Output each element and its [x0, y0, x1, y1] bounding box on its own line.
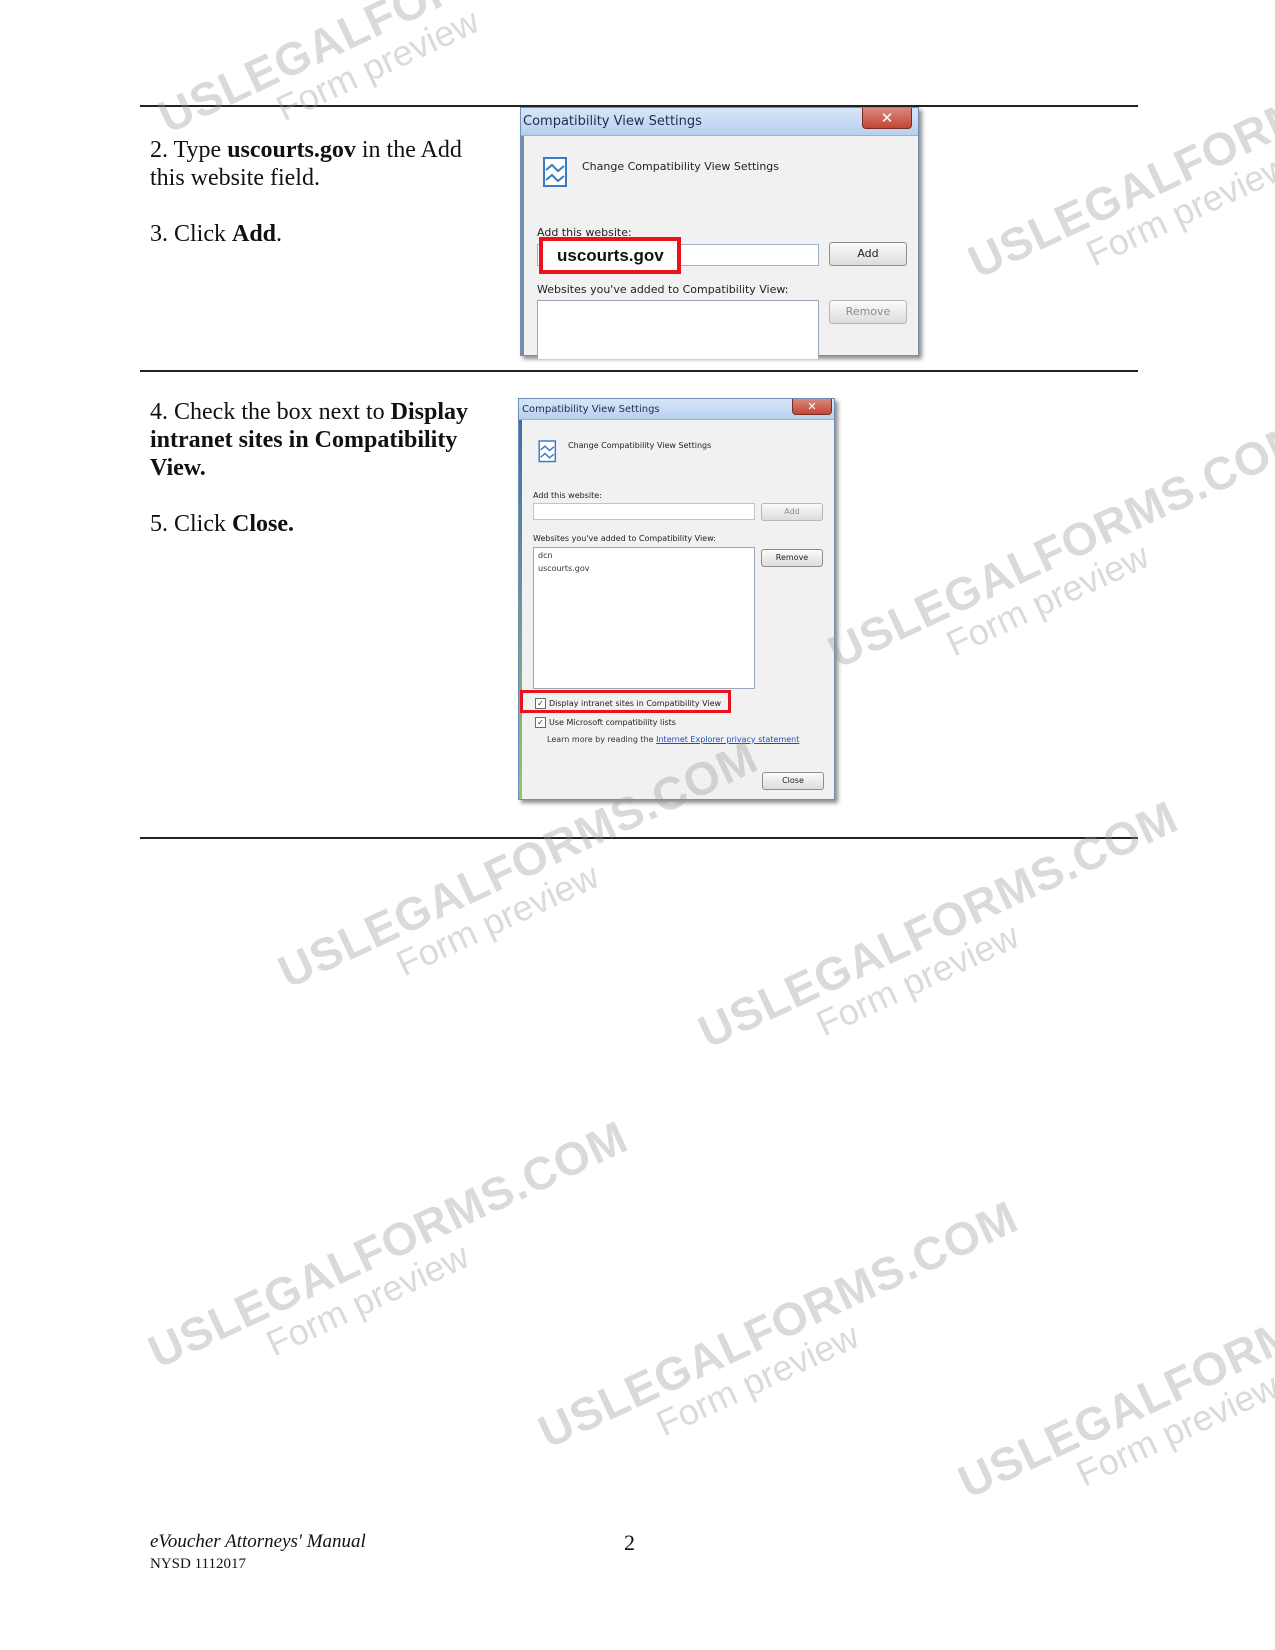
close-icon[interactable]: ✕ — [792, 399, 832, 415]
step-5: 5. Click Close. — [150, 510, 490, 538]
dialog-titlebar: Compatibility View Settings ✕ — [521, 108, 918, 136]
step-number: 5. — [150, 511, 168, 537]
website-list-label: Websites you've added to Compatibility V… — [537, 283, 789, 296]
add-button[interactable]: Add — [829, 242, 907, 266]
step-text: Type — [168, 137, 228, 163]
divider-middle — [140, 370, 1138, 372]
privacy-note: Learn more by reading the Internet Explo… — [547, 735, 799, 744]
watermark: USLEGALFORMS.COM Form preview — [950, 1240, 1275, 1509]
step-emphasis: Close. — [232, 511, 294, 537]
watermark: USLEGALFORMS.COM Form preview — [530, 1190, 1026, 1459]
manual-title: eVoucher Attorneys' Manual — [150, 1531, 366, 1552]
compatibility-dialog-close: Compatibility View Settings ✕ Change Com… — [518, 398, 835, 800]
watermark: USLEGALFORMS.COM Form preview — [960, 20, 1275, 289]
window-edge — [519, 420, 522, 799]
highlight-add-field: uscourts.gov — [539, 237, 681, 274]
dialog-titlebar: Compatibility View Settings ✕ — [519, 399, 834, 420]
website-list-label: Websites you've added to Compatibility V… — [533, 534, 716, 543]
step-4: 4. Check the box next to Display intrane… — [150, 398, 490, 482]
microsoft-list-checkbox-label: Use Microsoft compatibility lists — [549, 718, 676, 727]
website-list[interactable]: dcn uscourts.gov — [533, 547, 755, 689]
list-item[interactable]: dcn — [538, 551, 553, 560]
watermark: USLEGALFORMS.COM Form preview — [820, 410, 1275, 679]
step-number: 3. — [150, 221, 168, 247]
watermark: USLEGALFORMS.COM Form preview — [690, 790, 1186, 1059]
add-website-value: uscourts.gov — [557, 246, 664, 265]
microsoft-list-checkbox-row[interactable]: ✓ Use Microsoft compatibility lists — [535, 717, 676, 728]
step-number: 4. — [150, 399, 168, 425]
dialog-heading: Change Compatibility View Settings — [582, 160, 780, 173]
close-button[interactable]: Close — [762, 772, 824, 790]
window-edge — [521, 136, 524, 355]
page-number: 2 — [624, 1530, 635, 1555]
step-2: 2. Type uscourts.gov in the Add this web… — [150, 136, 490, 192]
step-text: Check the box next to — [168, 399, 391, 425]
dialog-title: Compatibility View Settings — [522, 404, 660, 415]
add-button[interactable]: Add — [761, 503, 823, 521]
step-text: Click — [168, 511, 232, 537]
divider-bottom — [140, 837, 1138, 839]
dialog-title: Compatibility View Settings — [523, 114, 702, 129]
instructions-block-2: 4. Check the box next to Display intrane… — [150, 398, 490, 566]
privacy-statement-link[interactable]: Internet Explorer privacy statement — [656, 735, 799, 744]
close-icon[interactable]: ✕ — [862, 108, 912, 129]
step-emphasis: uscourts.gov — [227, 137, 356, 163]
list-item[interactable]: uscourts.gov — [538, 564, 589, 573]
instructions-block-1: 2. Type uscourts.gov in the Add this web… — [150, 136, 490, 276]
microsoft-list-checkbox[interactable]: ✓ — [535, 717, 546, 728]
step-text: Click — [168, 221, 232, 247]
compatibility-dialog-add: Compatibility View Settings ✕ Change Com… — [520, 107, 919, 359]
add-website-input[interactable] — [533, 503, 755, 520]
compatibility-view-icon — [538, 440, 557, 463]
website-list[interactable] — [537, 300, 819, 359]
highlight-intranet-checkbox — [520, 690, 731, 713]
remove-button[interactable]: Remove — [829, 300, 907, 324]
step-emphasis: Add — [232, 221, 277, 247]
add-website-label: Add this website: — [533, 491, 602, 500]
watermark: USLEGALFORMS.COM Form preview — [140, 1110, 636, 1379]
remove-button[interactable]: Remove — [761, 549, 823, 567]
privacy-note-text: Learn more by reading the — [547, 735, 657, 744]
compatibility-view-icon — [543, 157, 567, 187]
step-number: 2. — [150, 137, 168, 163]
dialog-heading: Change Compatibility View Settings — [568, 441, 712, 450]
step-text: . — [276, 221, 283, 247]
document-code: NYSD 1112017 — [150, 1556, 246, 1572]
step-3: 3. Click Add. — [150, 220, 490, 248]
